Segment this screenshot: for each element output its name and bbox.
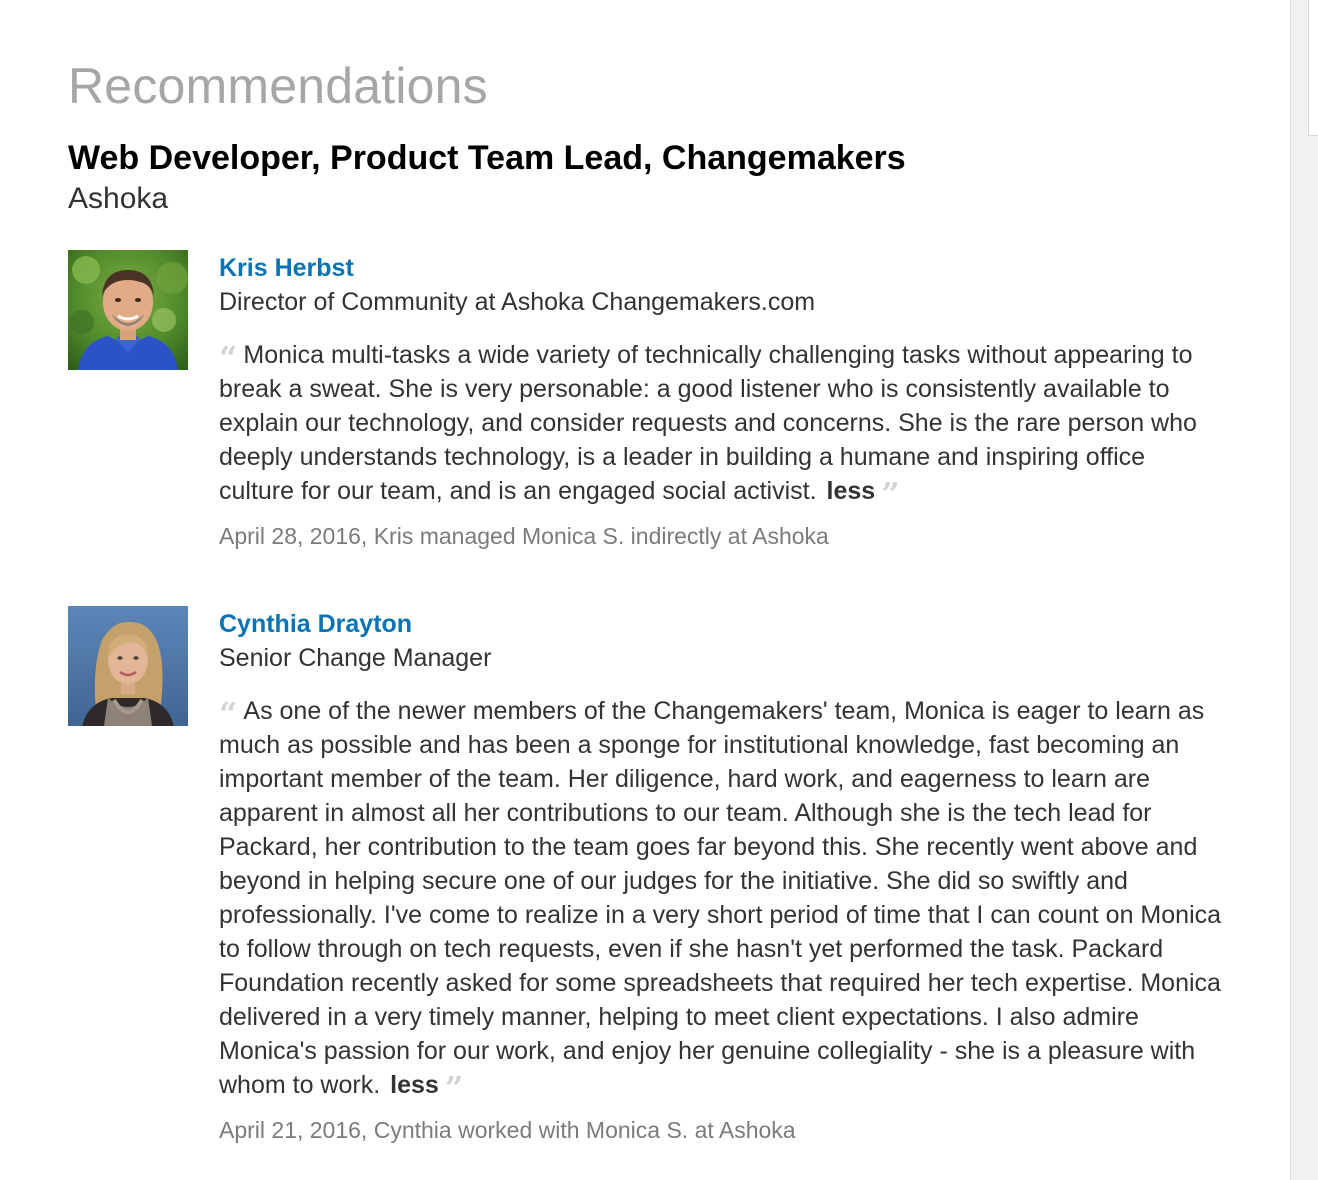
recommendation-body: Cynthia Drayton Senior Change Manager “A… xyxy=(219,606,1224,1145)
position-title: Web Developer, Product Team Lead, Change… xyxy=(68,139,906,177)
recommendation-text: “Monica multi-tasks a wide variety of te… xyxy=(219,338,1224,510)
recommendation-meta: April 28, 2016, Kris managed Monica S. i… xyxy=(219,523,829,549)
recommender-photo[interactable] xyxy=(68,606,188,726)
vertical-scrollbar[interactable] xyxy=(1290,0,1318,1180)
show-less-link[interactable]: less xyxy=(827,477,876,505)
section-title: Recommendations xyxy=(68,58,488,114)
recommender-headline: Senior Change Manager xyxy=(219,644,492,672)
recommender-photo[interactable] xyxy=(68,250,188,370)
scrollbar-thumb[interactable] xyxy=(1308,0,1318,136)
recommendations-page: Recommendations Web Developer, Product T… xyxy=(0,0,1318,1180)
profile-photo-icon xyxy=(68,250,188,370)
recommendation-text-content: Monica multi-tasks a wide variety of tec… xyxy=(219,341,1197,505)
recommendation-body: Kris Herbst Director of Community at Ash… xyxy=(219,250,1224,551)
close-quote-icon: ” xyxy=(881,475,900,513)
show-less-link[interactable]: less xyxy=(390,1071,439,1099)
profile-photo-icon xyxy=(68,606,188,726)
recommender-name-link[interactable]: Cynthia Drayton xyxy=(219,607,1224,641)
recommendation-text-content: As one of the newer members of the Chang… xyxy=(219,697,1222,1099)
recommendation-meta: April 21, 2016, Cynthia worked with Moni… xyxy=(219,1117,796,1143)
open-quote-icon: “ xyxy=(219,339,238,377)
recommendation-text: “As one of the newer members of the Chan… xyxy=(219,694,1224,1104)
close-quote-icon: ” xyxy=(444,1069,464,1107)
recommender-name-link[interactable]: Kris Herbst xyxy=(219,251,1224,285)
position-company: Ashoka xyxy=(68,182,169,215)
open-quote-icon: “ xyxy=(219,695,238,733)
recommender-headline: Director of Community at Ashoka Changema… xyxy=(219,288,816,316)
